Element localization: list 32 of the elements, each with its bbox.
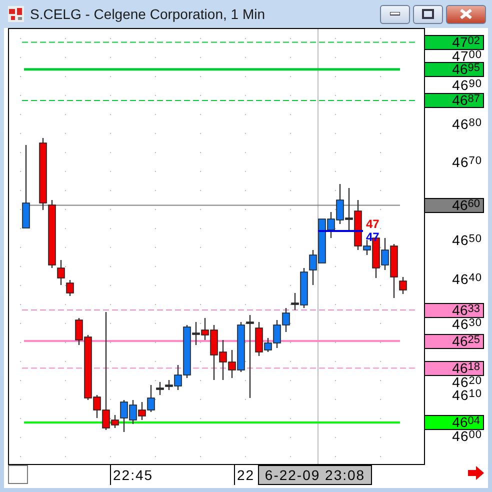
- price-tag: 46$^{60}$: [424, 198, 484, 214]
- arrow-right-icon[interactable]: [467, 465, 485, 481]
- close-icon: [460, 9, 472, 19]
- price-tag: 47$^{02}$: [424, 35, 484, 50]
- price-axis-label: 46$^{50}$: [452, 234, 482, 246]
- price-axis-label: 46$^{70}$: [452, 156, 482, 168]
- crosshair-time-label: 6-22-09 23:08: [258, 465, 372, 485]
- maximize-icon: [422, 9, 434, 19]
- price-axis-label: 46$^{80}$: [452, 118, 482, 130]
- price-axis-label: 46$^{90}$: [452, 78, 482, 91]
- time-axis-label: 22: [234, 465, 255, 485]
- time-axis-label: 22:45: [110, 465, 154, 485]
- minimize-button[interactable]: [380, 4, 410, 24]
- price-axis-label: 47$^{00}$: [452, 50, 482, 62]
- price-axis-label: 46$^{20}$: [452, 376, 482, 388]
- price-axis-label: 46$^{10}$: [452, 389, 482, 402]
- marker-line: [318, 230, 363, 232]
- price-axis-label: 46$^{00}$: [452, 430, 482, 442]
- price-tag: 46$^{33}$: [424, 302, 484, 318]
- value-label: 47: [366, 218, 380, 230]
- price-tag: 46$^{25}$: [424, 334, 484, 349]
- window-title: S.CELG - Celgene Corporation, 1 Min: [30, 6, 266, 22]
- price-tag: 46$^{04}$: [424, 415, 484, 430]
- app-logo-icon: [8, 6, 24, 22]
- price-tag: 46$^{87}$: [424, 93, 484, 108]
- maximize-button[interactable]: [413, 4, 443, 24]
- close-button[interactable]: [446, 4, 486, 24]
- price-tag: 46$^{95}$: [424, 62, 484, 78]
- price-axis-label: 46$^{40}$: [452, 272, 482, 285]
- price-axis-label: 46$^{30}$: [452, 318, 482, 330]
- price-tag: 46$^{18}$: [424, 361, 484, 376]
- minimize-icon: [390, 12, 400, 16]
